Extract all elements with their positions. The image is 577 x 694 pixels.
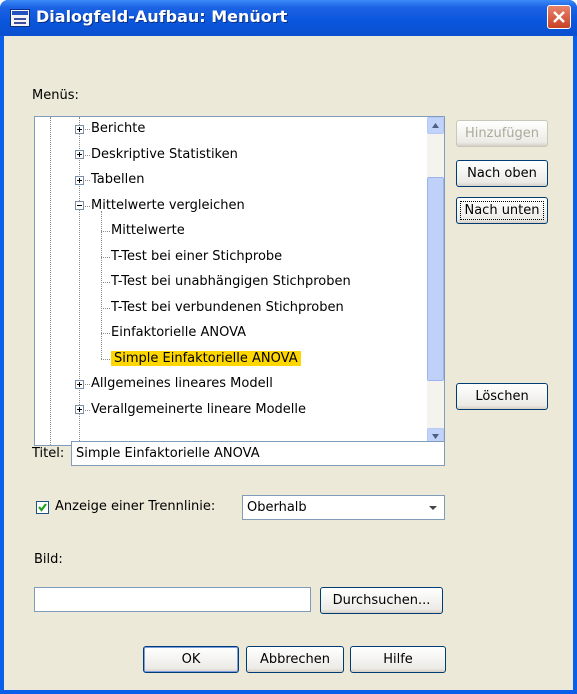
window-title: Dialogfeld-Aufbau: Menüort (36, 7, 288, 26)
dialog-icon (10, 9, 30, 27)
help-button[interactable]: Hilfe (350, 646, 446, 673)
tree-item-label: Mittelwerte (111, 223, 185, 238)
tree-guide-line (50, 117, 51, 445)
tree-guide-line (79, 117, 80, 445)
tree-leaf-item[interactable]: T-Test bei unabhängigen Stichproben (111, 272, 351, 292)
arrow-up-icon (432, 123, 439, 128)
move-down-button[interactable]: Nach unten (456, 197, 548, 224)
scroll-up-button[interactable] (427, 117, 444, 134)
expand-icon[interactable] (75, 150, 84, 159)
title-bar[interactable]: Dialogfeld-Aufbau: Menüort (0, 0, 577, 36)
tree-connector (101, 333, 110, 334)
delete-button[interactable]: Löschen (456, 383, 548, 410)
tree-scrollbar[interactable] (427, 117, 444, 445)
separator-position-select[interactable]: Oberhalb (242, 495, 445, 520)
add-button[interactable]: Hinzufügen (456, 120, 548, 147)
tree-connector (85, 180, 90, 181)
expand-icon[interactable] (75, 175, 84, 185)
tree-item-label: Tabellen (91, 172, 145, 187)
tree-folder-item[interactable]: Verallgemeinerte lineare Modelle (91, 400, 306, 420)
tree-item-label: Einfaktorielle ANOVA (111, 325, 247, 340)
tree-folder-item[interactable]: Allgemeines lineares Modell (91, 374, 273, 394)
expand-icon[interactable] (75, 405, 84, 414)
cancel-button[interactable]: Abbrechen (246, 646, 344, 673)
tree-leaf-item[interactable]: T-Test bei verbundenen Stichproben (111, 298, 344, 318)
tree-item-label: T-Test bei verbundenen Stichproben (111, 299, 344, 315)
tree-connector (101, 256, 110, 258)
chevron-down-icon (424, 498, 442, 517)
dialog-window: Dialogfeld-Aufbau: Menüort Menüs: Berich… (0, 0, 577, 694)
tree-item-label: Berichte (91, 121, 146, 136)
scroll-thumb[interactable] (427, 177, 444, 381)
tree-item-label: Mittelwerte vergleichen (91, 197, 245, 213)
tree-connector (101, 231, 110, 232)
close-button[interactable] (547, 5, 571, 29)
tree-folder-item[interactable]: Tabellen (91, 170, 144, 190)
tree-item-label: Verallgemeinerte lineare Modelle (91, 401, 307, 417)
menu-tree[interactable]: Berichte Deskriptive Statistiken Tabellen M… (34, 116, 445, 446)
tree-connector (85, 409, 90, 411)
tree-item-label: Simple Einfaktorielle ANOVA (111, 350, 301, 366)
separator-label: Anzeige einer Trennlinie: (55, 499, 216, 514)
expand-icon[interactable] (75, 124, 84, 134)
tree-item-label: T-Test bei einer Stichprobe (111, 248, 283, 264)
tree-leaf-item[interactable]: T-Test bei einer Stichprobe (111, 247, 282, 267)
tree-connector (85, 154, 90, 156)
collapse-icon[interactable] (75, 201, 84, 210)
menus-label: Menüs: (32, 88, 79, 103)
tree-folder-item[interactable]: Mittelwerte vergleichen (91, 196, 245, 216)
tree-connector (85, 384, 90, 385)
checkmark-icon (38, 503, 47, 512)
tree-guide-line (101, 211, 102, 359)
title-field-label: Titel: (32, 446, 65, 461)
tree-leaf-item[interactable]: Einfaktorielle ANOVA (111, 323, 246, 343)
tree-item-label: T-Test bei unabhängigen Stichproben (111, 274, 351, 289)
browse-button[interactable]: Durchsuchen... (320, 587, 443, 614)
tree-item-label: Deskriptive Statistiken (91, 146, 238, 162)
tree-connector (85, 205, 90, 207)
dialog-client-area: Menüs: Berichte Deskriptive Statistiken Ta… (4, 36, 573, 690)
tree-connector (101, 358, 110, 360)
title-input[interactable]: Simple Einfaktorielle ANOVA (71, 441, 445, 466)
tree-connector (101, 282, 110, 283)
tree-folder-item[interactable]: Deskriptive Statistiken (91, 145, 238, 165)
image-label: Bild: (34, 552, 63, 567)
tree-connector (85, 129, 90, 130)
move-up-button[interactable]: Nach oben (456, 160, 548, 187)
tree-folder-item[interactable]: Berichte (91, 119, 145, 139)
separator-checkbox[interactable] (36, 501, 49, 514)
close-icon (553, 11, 565, 23)
ok-button[interactable]: OK (143, 646, 239, 673)
tree-item-label: Allgemeines lineares Modell (91, 376, 273, 391)
tree-leaf-item[interactable]: Mittelwerte (111, 221, 185, 241)
tree-connector (101, 307, 110, 309)
tree-leaf-item[interactable]: Simple Einfaktorielle ANOVA (111, 349, 301, 369)
image-path-input[interactable] (34, 587, 311, 612)
expand-icon[interactable] (75, 379, 84, 389)
